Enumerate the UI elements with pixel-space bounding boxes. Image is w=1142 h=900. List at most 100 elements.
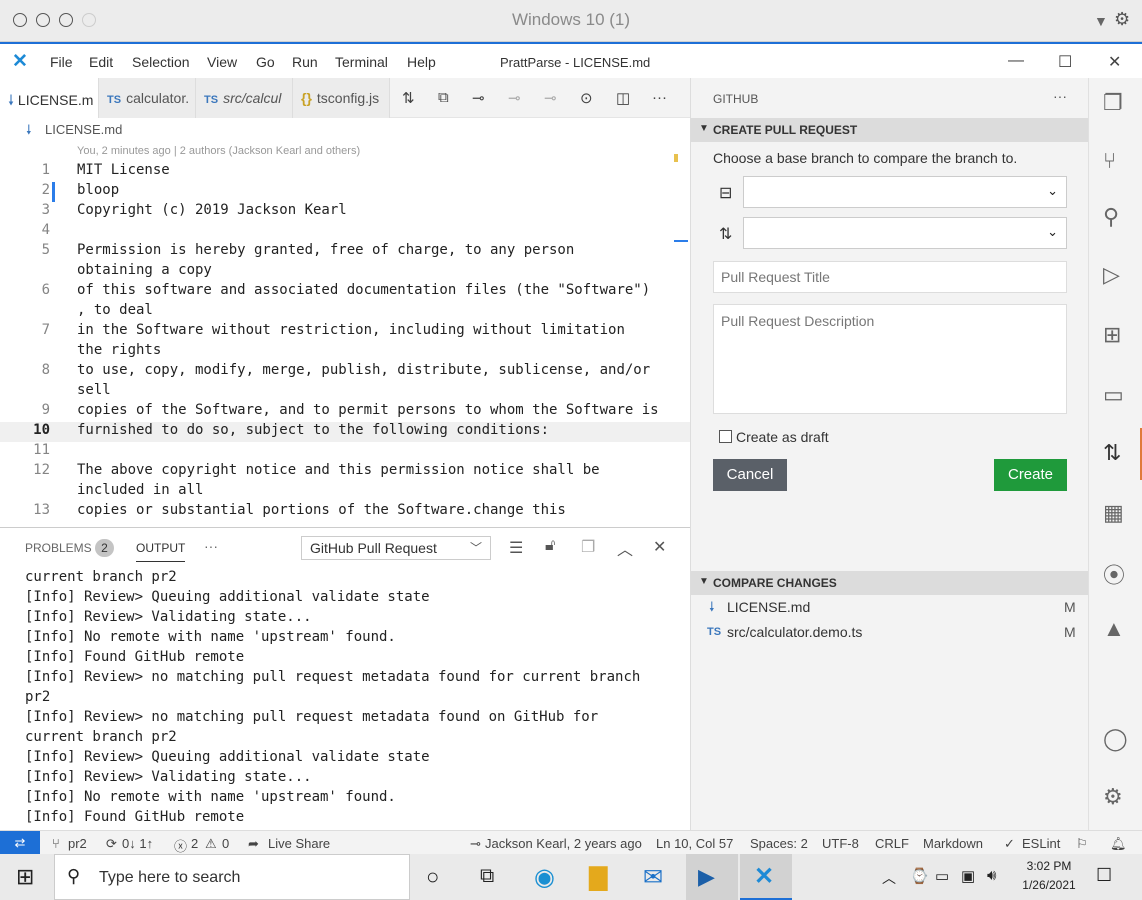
menu-selection[interactable]: Selection [132,54,190,70]
language-mode[interactable]: Markdown [923,836,983,851]
feedback-icon[interactable]: ⚐ [1076,836,1088,852]
sync-icon[interactable]: ⟳ [106,836,117,852]
vscode-icon: ✕ [754,863,775,890]
menu-run[interactable]: Run [292,54,318,70]
pull-requests-icon[interactable]: ⇅ [1103,440,1121,466]
clock-time[interactable]: 3:02 PM [1022,859,1076,873]
volume-icon[interactable]: 🔊︎ [987,867,996,884]
powershell-taskbar-button[interactable]: ▶ [686,854,738,900]
indentation[interactable]: Spaces: 2 [750,836,808,851]
source-control-icon[interactable]: ⑂ [1103,148,1116,174]
error-icon[interactable]: ⓧ [174,836,187,855]
minimize-icon[interactable]: — [1008,52,1024,70]
tab-tsconfig[interactable]: {} tsconfig.js [293,78,390,118]
menu-terminal[interactable]: Terminal [335,54,388,70]
open-preview-icon[interactable]: ⧉ [438,89,449,106]
branch-name[interactable]: pr2 [68,836,87,851]
remote-explorer-icon[interactable]: ▭ [1103,382,1124,408]
lock-scroll-icon[interactable]: 🔓︎ [545,537,555,555]
explorer-icon[interactable]: ❐ [1103,90,1123,116]
cancel-button[interactable]: Cancel [713,459,787,491]
vscode-taskbar-button[interactable]: ✕ [740,854,792,900]
clear-output-icon[interactable]: ☰ [509,538,523,558]
compare-branch-select[interactable]: ⌄ [743,217,1067,249]
tab-license[interactable]: 🠗 LICENSE.m [0,78,99,118]
edge-icon[interactable]: ◉ [534,863,555,892]
more-panel-tabs-icon[interactable]: ··· [204,538,218,554]
dropdown-icon[interactable]: ▼ [1094,13,1108,29]
clock-date[interactable]: 1/26/2021 [1016,878,1082,892]
pr-title-input[interactable]: Pull Request Title [713,261,1067,293]
draft-checkbox[interactable] [719,430,732,443]
menu-view[interactable]: View [207,54,237,70]
menu-edit[interactable]: Edit [89,54,113,70]
azure-icon[interactable]: ▲ [1103,616,1125,642]
close-icon[interactable]: ✕ [1108,52,1121,72]
create-pr-section-header[interactable]: ▼ CREATE PULL REQUEST [691,118,1089,142]
next-change-icon[interactable]: ⊸ [544,89,557,107]
search-icon[interactable]: ⚲ [1103,204,1119,230]
line-ending[interactable]: CRLF [875,836,909,851]
notifications-bell-icon[interactable]: 🔔︎ [1110,836,1127,852]
task-view-icon[interactable]: ⧉ [480,865,494,888]
previous-change-icon[interactable]: ⊸ [508,89,521,107]
remote-indicator-icon[interactable]: ⇄ [0,831,40,855]
gear-icon[interactable]: ⚙ [1114,9,1130,30]
network-icon[interactable]: ▣ [961,867,975,885]
error-count[interactable]: 2 [191,836,198,851]
more-actions-icon[interactable]: ··· [652,89,667,106]
blame-status[interactable]: Jackson Kearl, 2 years ago [485,836,642,851]
show-changes-icon[interactable]: ⊸ [472,89,485,107]
cortana-icon[interactable]: ○ [426,864,439,890]
tab-problems[interactable]: PROBLEMS [25,541,92,555]
create-button[interactable]: Create [994,459,1067,491]
warning-count[interactable]: 0 [222,836,229,851]
account-icon[interactable]: ◯ [1103,726,1128,752]
close-panel-icon[interactable]: ✕ [653,537,666,557]
changed-file-item[interactable]: 🠗 LICENSE.md M [691,597,1089,619]
tab-output[interactable]: OUTPUT [136,541,186,562]
encoding[interactable]: UTF-8 [822,836,859,851]
gitlens-icon[interactable]: ⦿ [1103,558,1125,590]
split-editor-icon[interactable]: ◫ [616,89,630,107]
menu-help[interactable]: Help [407,54,436,70]
windows-start-icon[interactable]: ⊞ [16,864,34,890]
blame-annotation[interactable]: You, 2 minutes ago | 2 authors (Jackson … [77,145,360,157]
taskbar-search[interactable]: ⚲ Type here to search [54,854,410,900]
action-center-icon[interactable]: ☐ [1096,865,1112,886]
mail-icon[interactable]: ✉ [643,863,663,892]
tab-calculator[interactable]: TS calculator. [99,78,196,118]
compare-changes-section-header[interactable]: ▼ COMPARE CHANGES [691,571,1089,595]
docker-icon[interactable]: ▦ [1103,500,1124,526]
eslint-status[interactable]: ESLint [1022,836,1060,851]
changed-file-item[interactable]: TS src/calculator.demo.ts M [691,622,1089,644]
breadcrumb-file[interactable]: LICENSE.md [45,122,122,137]
chevron-up-icon[interactable]: ︿ [882,868,896,888]
live-share[interactable]: Live Share [268,836,330,851]
settings-gear-icon[interactable]: ⚙ [1103,784,1123,810]
open-log-icon[interactable]: ❐ [581,537,595,557]
live-share-icon[interactable]: ➦ [248,836,259,852]
tab-src-calculator[interactable]: TS src/calcul [196,78,293,118]
base-branch-select[interactable]: ⌄ [743,176,1067,208]
meet-now-icon[interactable]: ⌚ [910,867,929,885]
output-channel-select[interactable]: GitHub Pull Request ﹀ [301,536,491,560]
maximize-panel-icon[interactable]: ︿ [617,536,633,560]
more-actions-icon[interactable]: ··· [1053,88,1067,104]
menu-go[interactable]: Go [256,54,275,70]
file-explorer-icon[interactable]: ▇ [589,863,607,892]
battery-icon[interactable]: ▭ [935,867,949,885]
branch-icon[interactable]: ⑂ [52,836,60,851]
warning-icon[interactable]: ⚠ [205,836,217,852]
output-line: [Info] Found GitHub remote [25,809,245,825]
menu-file[interactable]: File [50,54,73,70]
pr-description-textarea[interactable]: Pull Request Description [713,304,1067,414]
sync-status[interactable]: 0↓ 1↑ [122,836,153,851]
run-debug-icon[interactable]: ▷ [1103,262,1120,288]
cursor-position[interactable]: Ln 10, Col 57 [656,836,733,851]
open-changes-icon[interactable]: ⇅ [402,89,415,107]
maximize-icon[interactable]: ☐ [1058,52,1072,72]
code-editor[interactable]: You, 2 minutes ago | 2 authors (Jackson … [0,142,690,526]
timeline-icon[interactable]: ⊙ [580,89,593,107]
extensions-icon[interactable]: ⊞ [1103,322,1121,348]
